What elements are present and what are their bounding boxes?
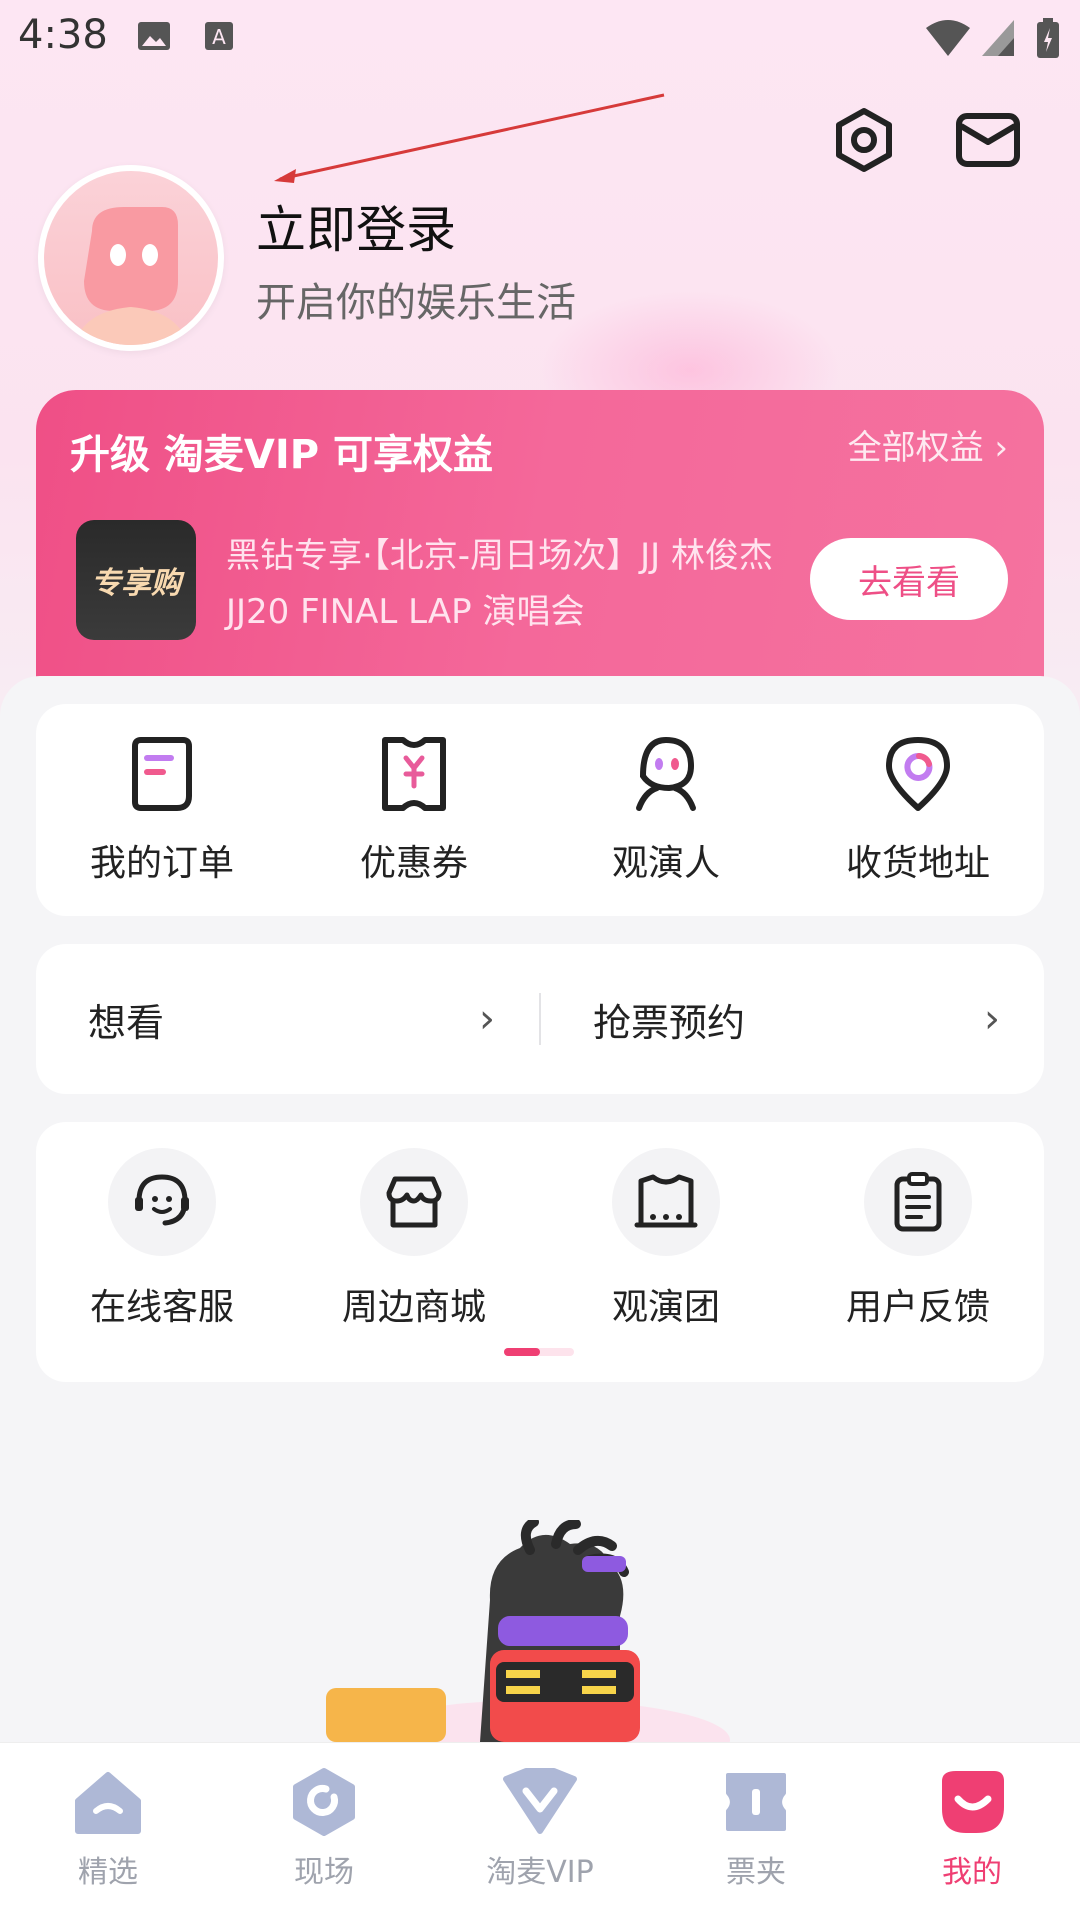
quick-action-coupons[interactable]: 优惠券 <box>288 736 540 886</box>
login-title[interactable]: 立即登录 <box>256 190 456 262</box>
quick-action-label: 观演人 <box>611 843 720 884</box>
wifi-icon <box>926 20 970 56</box>
nav-label: 现场 <box>294 1855 354 1890</box>
feedback-icon <box>894 1172 942 1232</box>
battery-icon <box>1037 18 1059 58</box>
nav-item-tickets[interactable]: 票夹 <box>648 1743 864 1920</box>
ticket-reservation-label: 抢票预约 <box>593 1000 746 1045</box>
order-icon <box>132 737 192 811</box>
vip-exclusive-badge: 专享购 <box>76 520 196 640</box>
live-icon <box>293 1768 355 1836</box>
status-time: 4:38 <box>18 12 108 58</box>
default-avatar-icon <box>74 207 188 345</box>
mail-icon <box>956 113 1020 167</box>
service-shop[interactable]: 周边商城 <box>288 1148 540 1330</box>
nav-label: 票夹 <box>726 1855 786 1890</box>
nav-label: 淘麦VIP <box>486 1855 594 1890</box>
nav-item-mine[interactable]: 我的 <box>864 1743 1080 1920</box>
gallery-icon <box>138 22 170 50</box>
chevron-right-icon: › <box>479 996 495 1042</box>
quick-action-audience[interactable]: 观演人 <box>540 736 792 886</box>
login-subtitle: 开启你的娱乐生活 <box>256 280 576 326</box>
service-theater-group[interactable]: 观演团 <box>540 1148 792 1330</box>
want-to-see-link[interactable]: 想看 › <box>36 992 539 1047</box>
svg-text:A: A <box>212 25 226 49</box>
vip-title: 升级 淘麦VIP 可享权益 <box>70 432 494 478</box>
chevron-right-icon: › <box>984 996 1000 1042</box>
mascot-illustration <box>326 1520 730 1742</box>
keyboard-a-icon: A <box>205 22 233 50</box>
address-icon <box>886 737 950 811</box>
service-label: 在线客服 <box>89 1287 234 1328</box>
service-feedback[interactable]: 用户反馈 <box>792 1148 1044 1330</box>
quick-action-label: 收货地址 <box>845 843 990 884</box>
go-see-button[interactable]: 去看看 <box>810 538 1008 620</box>
service-label: 观演团 <box>611 1287 720 1328</box>
service-label: 用户反馈 <box>845 1287 990 1328</box>
nav-item-featured[interactable]: 精选 <box>0 1743 216 1920</box>
signal-icon <box>982 20 1014 56</box>
quick-actions-card: 我的订单 优惠券 观演人 收货地址 <box>36 704 1044 916</box>
customer-service-icon <box>135 1174 189 1226</box>
service-icon-bg <box>864 1148 972 1256</box>
quick-action-label: 优惠券 <box>359 843 468 884</box>
nav-label: 精选 <box>78 1855 138 1890</box>
vip-card[interactable]: 升级 淘麦VIP 可享权益 全部权益 › 专享购 黑钻专享·【北京-周日场次】J… <box>36 390 1044 690</box>
quick-action-address[interactable]: 收货地址 <box>792 736 1044 886</box>
annotation-arrow <box>274 93 665 183</box>
theater-group-icon <box>634 1174 698 1228</box>
want-to-see-label: 想看 <box>88 1000 165 1045</box>
service-icon-bg <box>108 1148 216 1256</box>
nav-item-vip[interactable]: 淘麦VIP <box>432 1743 648 1920</box>
avatar-image <box>44 171 218 345</box>
bottom-nav: 精选 现场 淘麦VIP 票夹 我的 <box>0 1742 1080 1920</box>
quick-action-label: 我的订单 <box>89 843 234 884</box>
profile-icon <box>942 1771 1004 1833</box>
status-bar: 4:38 A <box>0 0 1080 74</box>
ticket-reservation-link[interactable]: 抢票预约 › <box>541 992 1044 1047</box>
settings-button[interactable] <box>824 100 904 180</box>
quick-action-orders[interactable]: 我的订单 <box>36 736 288 886</box>
coupon-icon <box>382 737 446 811</box>
services-card: 在线客服 周边商城 观演团 用户反馈 <box>36 1122 1044 1382</box>
service-icon-bg <box>360 1148 468 1256</box>
service-customer-support[interactable]: 在线客服 <box>36 1148 288 1330</box>
shop-icon <box>386 1176 442 1228</box>
wish-row-card: 想看 › 抢票预约 › <box>36 944 1044 1094</box>
gear-icon <box>836 108 892 172</box>
ticket-icon <box>726 1773 786 1831</box>
vip-event-description: 黑钻专享·【北京-周日场次】JJ 林俊杰 JJ20 FINAL LAP 演唱会 <box>226 536 773 632</box>
service-icon-bg <box>612 1148 720 1256</box>
all-benefits-link[interactable]: 全部权益 › <box>848 420 1008 469</box>
service-label: 周边商城 <box>341 1287 486 1328</box>
pager-active-indicator <box>504 1348 540 1356</box>
audience-icon <box>636 736 696 811</box>
services-pager <box>504 1348 574 1356</box>
home-icon <box>75 1772 141 1834</box>
vip-icon <box>503 1768 577 1834</box>
nav-item-live[interactable]: 现场 <box>216 1743 432 1920</box>
avatar[interactable] <box>38 165 224 351</box>
nav-label: 我的 <box>942 1855 1002 1890</box>
messages-button[interactable] <box>948 100 1028 180</box>
